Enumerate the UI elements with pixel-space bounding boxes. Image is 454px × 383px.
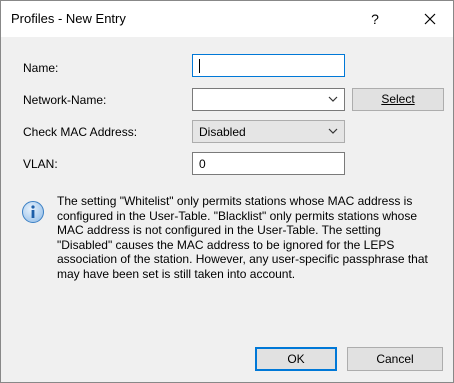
ok-button-label: OK [287,352,305,366]
text-caret [199,59,200,73]
name-label: Name: [23,61,59,75]
help-button[interactable]: ? [363,7,387,31]
network-name-combobox[interactable] [192,88,345,111]
check-mac-label: Check MAC Address: [23,125,138,139]
title-bar: Profiles - New Entry ? [1,1,453,37]
close-button[interactable] [415,7,445,31]
ok-button[interactable]: OK [255,347,337,371]
vlan-value: 0 [199,157,206,171]
help-icon: ? [371,11,379,27]
check-mac-value: Disabled [199,125,246,139]
profiles-dialog: Profiles - New Entry ? Name: Network-Nam… [0,0,454,383]
name-input[interactable] [192,54,345,77]
vlan-label: VLAN: [23,157,58,171]
dialog-title: Profiles - New Entry [11,11,126,26]
chevron-down-icon [328,128,338,134]
vlan-input[interactable]: 0 [192,152,345,175]
info-icon [22,201,44,223]
close-icon [424,13,436,25]
check-mac-select[interactable]: Disabled [192,120,345,143]
info-text: The setting "Whitelist" only permits sta… [57,194,428,281]
cancel-button-label: Cancel [376,352,414,366]
cancel-button[interactable]: Cancel [347,347,443,371]
network-name-label: Network-Name: [23,93,107,107]
chevron-down-icon[interactable] [328,94,338,104]
select-button-label: Select [381,92,415,106]
select-button[interactable]: Select [352,88,444,111]
